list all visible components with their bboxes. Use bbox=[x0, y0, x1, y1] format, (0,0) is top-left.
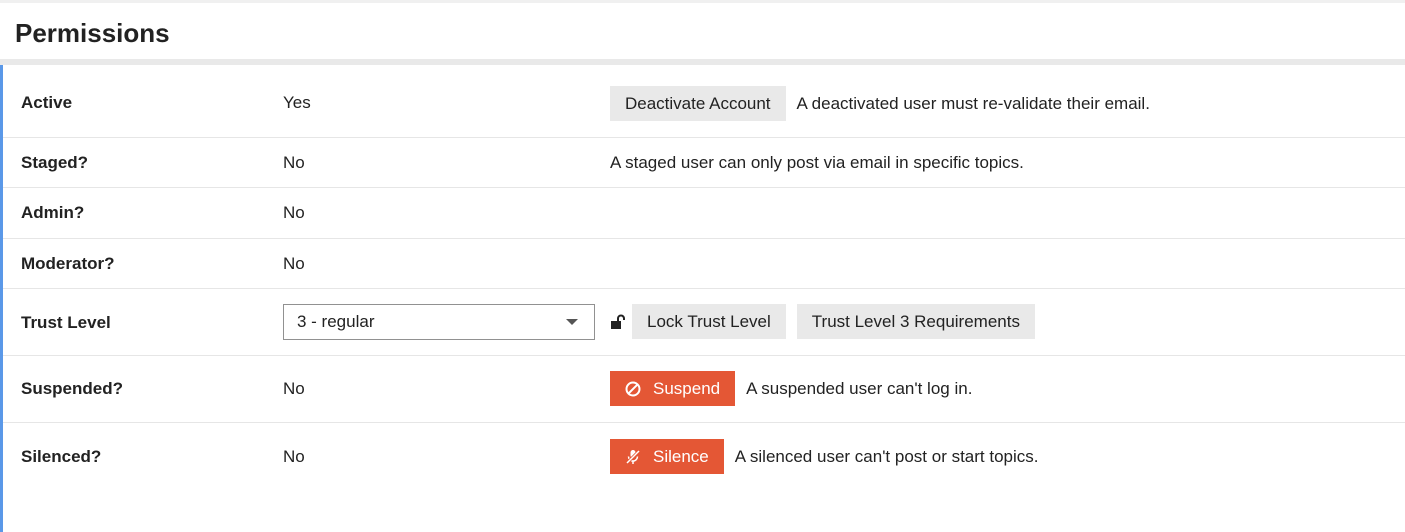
suspended-controls: Suspend A suspended user can't log in. bbox=[610, 371, 972, 406]
active-controls: Deactivate Account A deactivated user mu… bbox=[610, 86, 1150, 121]
field-label-admin: Admin? bbox=[21, 203, 85, 222]
permission-row-active: Active Yes Deactivate Account A deactiva… bbox=[3, 65, 1405, 138]
field-value-staged: No bbox=[283, 153, 305, 172]
field-label-suspended: Suspended? bbox=[21, 379, 124, 398]
staged-description: A staged user can only post via email in… bbox=[610, 153, 1024, 172]
field-value-active: Yes bbox=[283, 93, 311, 112]
permission-row-moderator: Moderator? No bbox=[3, 239, 1405, 289]
section-header: Permissions bbox=[0, 3, 1405, 59]
permission-row-suspended: Suspended? No Suspend A suspended user c… bbox=[3, 356, 1405, 423]
trust-level-controls: Lock Trust Level Trust Level 3 Requireme… bbox=[610, 304, 1035, 339]
chevron-down-icon bbox=[566, 319, 578, 325]
field-value-silenced: No bbox=[283, 447, 305, 466]
microphone-slash-icon bbox=[625, 449, 641, 465]
suspended-description: A suspended user can't log in. bbox=[746, 378, 973, 398]
permission-row-silenced: Silenced? No Silence A silenced user can… bbox=[3, 423, 1405, 490]
page-title: Permissions bbox=[15, 18, 170, 48]
field-value-admin: No bbox=[283, 203, 305, 222]
suspend-button-label: Suspend bbox=[653, 378, 721, 398]
field-label-staged: Staged? bbox=[21, 153, 89, 172]
lock-trust-level-button[interactable]: Lock Trust Level bbox=[632, 304, 786, 339]
field-label-trust-level: Trust Level bbox=[21, 313, 111, 332]
silence-button-label: Silence bbox=[653, 446, 709, 466]
permission-row-staged: Staged? No A staged user can only post v… bbox=[3, 138, 1405, 188]
deactivate-account-button[interactable]: Deactivate Account bbox=[610, 86, 786, 121]
ban-icon bbox=[625, 381, 641, 397]
trust-level-requirements-button[interactable]: Trust Level 3 Requirements bbox=[796, 304, 1035, 339]
suspend-button[interactable]: Suspend bbox=[610, 371, 736, 406]
unlock-icon bbox=[610, 314, 626, 330]
silenced-description: A silenced user can't post or start topi… bbox=[734, 446, 1039, 466]
silenced-controls: Silence A silenced user can't post or st… bbox=[610, 439, 1039, 474]
field-value-moderator: No bbox=[283, 254, 305, 273]
staged-controls: A staged user can only post via email in… bbox=[610, 153, 1024, 173]
silence-button[interactable]: Silence bbox=[610, 439, 724, 474]
field-value-suspended: No bbox=[283, 379, 305, 398]
trust-level-select[interactable]: 3 - regular bbox=[283, 304, 595, 340]
trust-level-selected-value: 3 - regular bbox=[297, 312, 375, 331]
permission-row-trust-level: Trust Level 3 - regular Lock Trust Level… bbox=[3, 289, 1405, 356]
field-label-moderator: Moderator? bbox=[21, 254, 115, 273]
permission-row-admin: Admin? No bbox=[3, 188, 1405, 239]
field-label-active: Active bbox=[21, 93, 73, 112]
field-label-silenced: Silenced? bbox=[21, 447, 102, 466]
active-description: A deactivated user must re-validate thei… bbox=[796, 93, 1150, 113]
